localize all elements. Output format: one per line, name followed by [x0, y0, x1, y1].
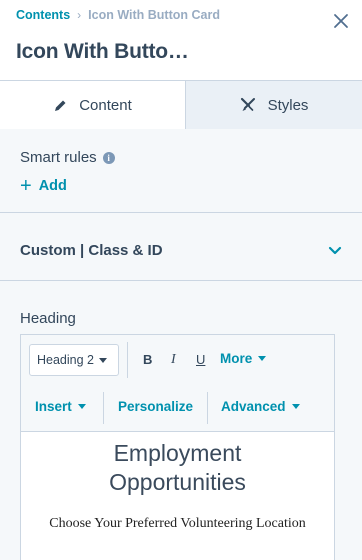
tab-content[interactable]: Content	[0, 81, 186, 130]
info-icon[interactable]: i	[102, 151, 115, 164]
italic-button[interactable]: I	[171, 352, 176, 368]
insert-label: Insert	[35, 399, 72, 414]
advanced-dropdown[interactable]: Advanced	[221, 399, 300, 414]
breadcrumb-current: Icon With Button Card	[88, 8, 220, 22]
divider	[0, 212, 362, 213]
heading-style-value: Heading 2	[37, 353, 94, 367]
heading-style-select[interactable]: Heading 2	[29, 344, 119, 376]
smart-rules-text: Smart rules	[20, 149, 97, 166]
caret-down-icon	[291, 404, 300, 409]
underline-button[interactable]: U	[196, 352, 205, 367]
editor-content-area[interactable]: Employment Opportunities Choose Your Pre…	[21, 431, 334, 560]
close-icon	[334, 14, 348, 28]
chevron-down-icon	[328, 246, 342, 256]
personalize-button[interactable]: Personalize	[118, 399, 193, 414]
panel-header: Contents › Icon With Button Card Icon Wi…	[0, 0, 362, 80]
tab-bar: Content Styles	[0, 80, 362, 130]
content-heading: Employment Opportunities	[21, 439, 334, 497]
pencil-icon	[53, 99, 67, 113]
toolbar-separator	[127, 342, 128, 378]
divider	[0, 280, 362, 281]
rich-text-editor: Heading 2 B I U More Insert Personalize …	[20, 334, 335, 560]
breadcrumb: Contents › Icon With Button Card	[16, 8, 220, 22]
brush-icon	[240, 97, 256, 113]
content-panel: Smart rules i + Add Custom | Class & ID …	[0, 129, 362, 560]
caret-down-icon	[77, 404, 86, 409]
page-title: Icon With Butto…	[16, 40, 189, 63]
tab-content-label: Content	[79, 97, 132, 114]
toolbar-separator	[207, 392, 208, 424]
bold-button[interactable]: B	[143, 352, 152, 367]
content-heading-line2: Opportunities	[109, 469, 246, 495]
insert-dropdown[interactable]: Insert	[35, 399, 86, 414]
custom-class-id-toggle[interactable]: Custom | Class & ID	[20, 242, 342, 259]
custom-class-id-label: Custom | Class & ID	[20, 242, 163, 259]
breadcrumb-contents-link[interactable]: Contents	[16, 8, 70, 22]
editor-toolbar: Heading 2 B I U More Insert Personalize …	[21, 335, 334, 431]
add-smart-rule-button[interactable]: + Add	[20, 176, 67, 196]
more-label: More	[220, 351, 253, 366]
tab-styles[interactable]: Styles	[186, 81, 362, 130]
caret-down-icon	[258, 356, 267, 361]
close-button[interactable]	[330, 10, 352, 32]
more-dropdown[interactable]: More	[220, 351, 267, 366]
content-subheading: Choose Your Preferred Volunteering Locat…	[49, 516, 306, 531]
tab-styles-label: Styles	[267, 96, 309, 114]
content-heading-line1: Employment	[113, 440, 242, 466]
toolbar-separator	[103, 392, 104, 424]
caret-down-icon	[99, 357, 107, 363]
heading-field-label: Heading	[20, 310, 76, 327]
breadcrumb-separator: ›	[77, 8, 82, 22]
plus-icon: +	[20, 175, 32, 197]
smart-rules-label: Smart rules i	[20, 149, 115, 166]
add-label: Add	[38, 178, 67, 194]
advanced-label: Advanced	[221, 399, 286, 414]
